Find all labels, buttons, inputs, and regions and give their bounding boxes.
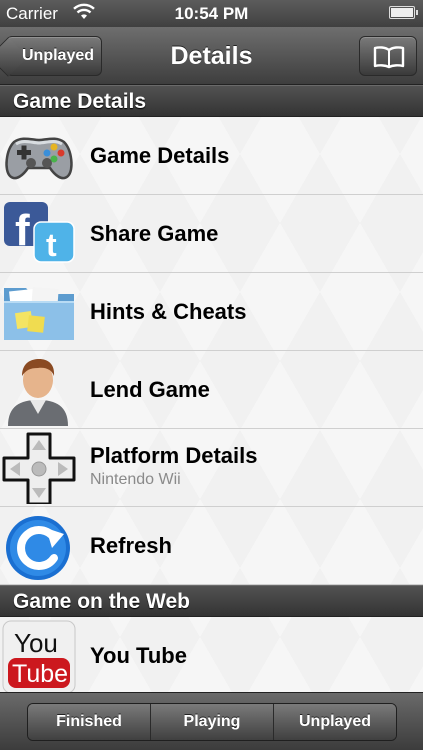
folder-icon bbox=[2, 276, 76, 348]
segment-finished[interactable]: Finished bbox=[28, 704, 151, 740]
book-icon bbox=[373, 46, 405, 69]
svg-text:t: t bbox=[46, 227, 57, 263]
back-button[interactable]: Unplayed bbox=[6, 36, 102, 76]
segment-playing[interactable]: Playing bbox=[151, 704, 274, 740]
row-share-game[interactable]: f t Share Game bbox=[0, 195, 423, 273]
svg-text:You: You bbox=[14, 628, 58, 658]
status-segmented-control: Finished Playing Unplayed bbox=[27, 703, 397, 741]
clock: 10:54 PM bbox=[174, 4, 249, 23]
status-bar: Carrier 10:54 PM bbox=[0, 0, 423, 27]
row-lend-game[interactable]: Lend Game bbox=[0, 351, 423, 429]
segment-unplayed[interactable]: Unplayed bbox=[274, 704, 396, 740]
row-label: Hints & Cheats bbox=[90, 299, 247, 324]
row-platform-details[interactable]: Platform Details Nintendo Wii bbox=[0, 429, 423, 507]
section-header-game-details: Game Details bbox=[0, 85, 423, 117]
row-you-tube[interactable]: You Tube You Tube bbox=[0, 617, 423, 692]
row-hints-cheats[interactable]: Hints & Cheats bbox=[0, 273, 423, 351]
person-icon bbox=[2, 354, 76, 426]
row-label: Platform Details bbox=[90, 443, 258, 468]
youtube-icon: You Tube bbox=[2, 620, 76, 692]
svg-text:Tube: Tube bbox=[12, 660, 68, 688]
row-label: Lend Game bbox=[90, 377, 210, 402]
refresh-icon bbox=[2, 510, 76, 582]
svg-text:f: f bbox=[15, 206, 30, 255]
back-button-label: Unplayed bbox=[22, 47, 95, 64]
row-label: Refresh bbox=[90, 533, 172, 558]
bottom-toolbar: Finished Playing Unplayed bbox=[0, 692, 423, 750]
row-refresh[interactable]: Refresh bbox=[0, 507, 423, 585]
dpad-icon bbox=[2, 432, 76, 506]
gamepad-icon bbox=[2, 120, 76, 192]
section-header-game-on-web: Game on the Web bbox=[0, 585, 423, 617]
row-sublabel: Nintendo Wii bbox=[90, 471, 181, 488]
row-label: You Tube bbox=[90, 643, 187, 668]
bookmarks-button[interactable] bbox=[359, 36, 417, 76]
navigation-bar: Details Unplayed bbox=[0, 27, 423, 85]
row-game-details[interactable]: Game Details bbox=[0, 117, 423, 195]
battery-icon bbox=[389, 6, 418, 19]
facebook-twitter-icon: f t bbox=[2, 198, 76, 270]
details-table: Game Details Game Details f t Share Game… bbox=[0, 85, 423, 692]
row-label: Share Game bbox=[90, 221, 219, 246]
row-label: Game Details bbox=[90, 143, 230, 168]
